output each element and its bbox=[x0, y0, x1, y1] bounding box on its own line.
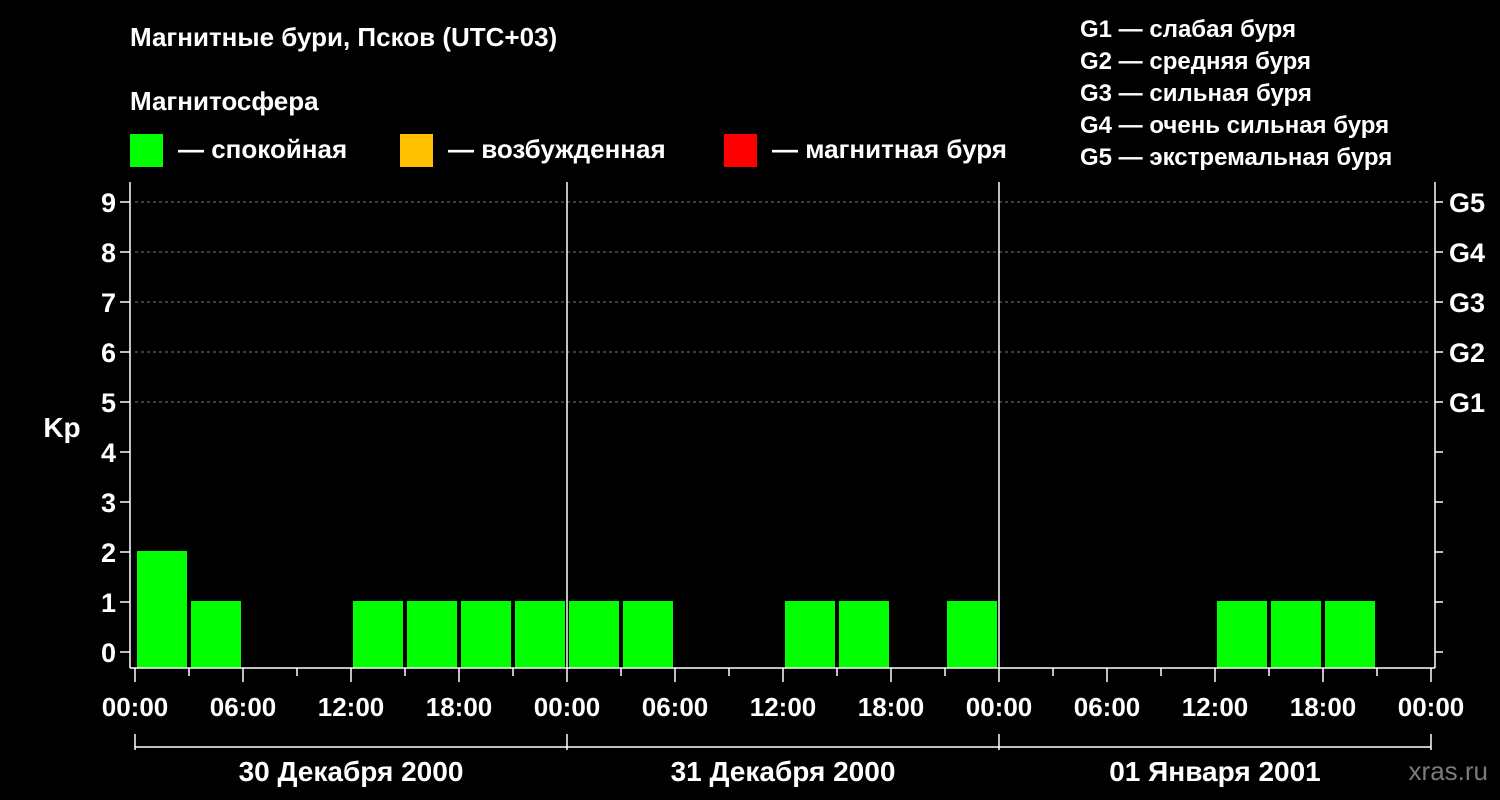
x-tick-label: 00:00 bbox=[102, 692, 169, 722]
g-level-label: G3 bbox=[1449, 288, 1485, 318]
g-level-label: G1 bbox=[1449, 388, 1485, 418]
x-tick-label: 06:00 bbox=[210, 692, 277, 722]
kp-bar bbox=[1271, 601, 1321, 668]
axes-layer: 0 1 2 3 4 5 6 7 8 9 G1 G2 G3 G4 G5 00:00 06:00 12:00 18:00… bbox=[101, 182, 1485, 787]
bars-layer bbox=[137, 551, 1375, 668]
kp-bar bbox=[785, 601, 835, 668]
x-tick-label: 00:00 bbox=[1398, 692, 1465, 722]
y-tick-label: 4 bbox=[101, 438, 116, 468]
y-tick-label: 5 bbox=[101, 388, 116, 418]
y-tick-label: 0 bbox=[101, 638, 116, 668]
x-tick-label: 12:00 bbox=[750, 692, 817, 722]
y-tick-label: 9 bbox=[101, 188, 116, 218]
kp-bar bbox=[839, 601, 889, 668]
watermark: xras.ru bbox=[1408, 756, 1488, 786]
kp-bar bbox=[191, 601, 241, 668]
y-tick-label: 2 bbox=[101, 538, 116, 568]
g-level-label: G5 bbox=[1449, 188, 1485, 218]
day-label: 31 Декабря 2000 bbox=[671, 756, 896, 787]
x-tick-label: 18:00 bbox=[858, 692, 925, 722]
x-tick-label: 00:00 bbox=[966, 692, 1033, 722]
kp-bar bbox=[569, 601, 619, 668]
y-tick-label: 3 bbox=[101, 488, 116, 518]
y-tick-label: 8 bbox=[101, 238, 116, 268]
day-label: 30 Декабря 2000 bbox=[239, 756, 464, 787]
x-tick-label: 00:00 bbox=[534, 692, 601, 722]
y-tick-label: 6 bbox=[101, 338, 116, 368]
x-tick-label: 18:00 bbox=[426, 692, 493, 722]
day-label: 01 Января 2001 bbox=[1109, 756, 1321, 787]
kp-bar bbox=[1217, 601, 1267, 668]
grid-layer bbox=[135, 201, 1431, 403]
y-axis-label: Kp bbox=[43, 412, 80, 443]
g-level-label: G4 bbox=[1449, 238, 1485, 268]
x-tick-label: 06:00 bbox=[642, 692, 709, 722]
kp-bar bbox=[623, 601, 673, 668]
kp-bar bbox=[461, 601, 511, 668]
kp-bar bbox=[515, 601, 565, 668]
x-tick-label: 06:00 bbox=[1074, 692, 1141, 722]
kp-bar bbox=[947, 601, 997, 668]
kp-bar bbox=[353, 601, 403, 668]
kp-bar bbox=[137, 551, 187, 668]
x-tick-label: 12:00 bbox=[318, 692, 385, 722]
kp-bar bbox=[1325, 601, 1375, 668]
x-tick-label: 18:00 bbox=[1290, 692, 1357, 722]
x-tick-label: 12:00 bbox=[1182, 692, 1249, 722]
kp-bar-chart: 0 1 2 3 4 5 6 7 8 9 G1 G2 G3 G4 G5 00:00 06:00 12:00 18:00… bbox=[43, 182, 1485, 787]
y-tick-label: 7 bbox=[101, 288, 116, 318]
y-tick-label: 1 bbox=[101, 588, 116, 618]
g-level-label: G2 bbox=[1449, 338, 1485, 368]
kp-bar bbox=[407, 601, 457, 668]
